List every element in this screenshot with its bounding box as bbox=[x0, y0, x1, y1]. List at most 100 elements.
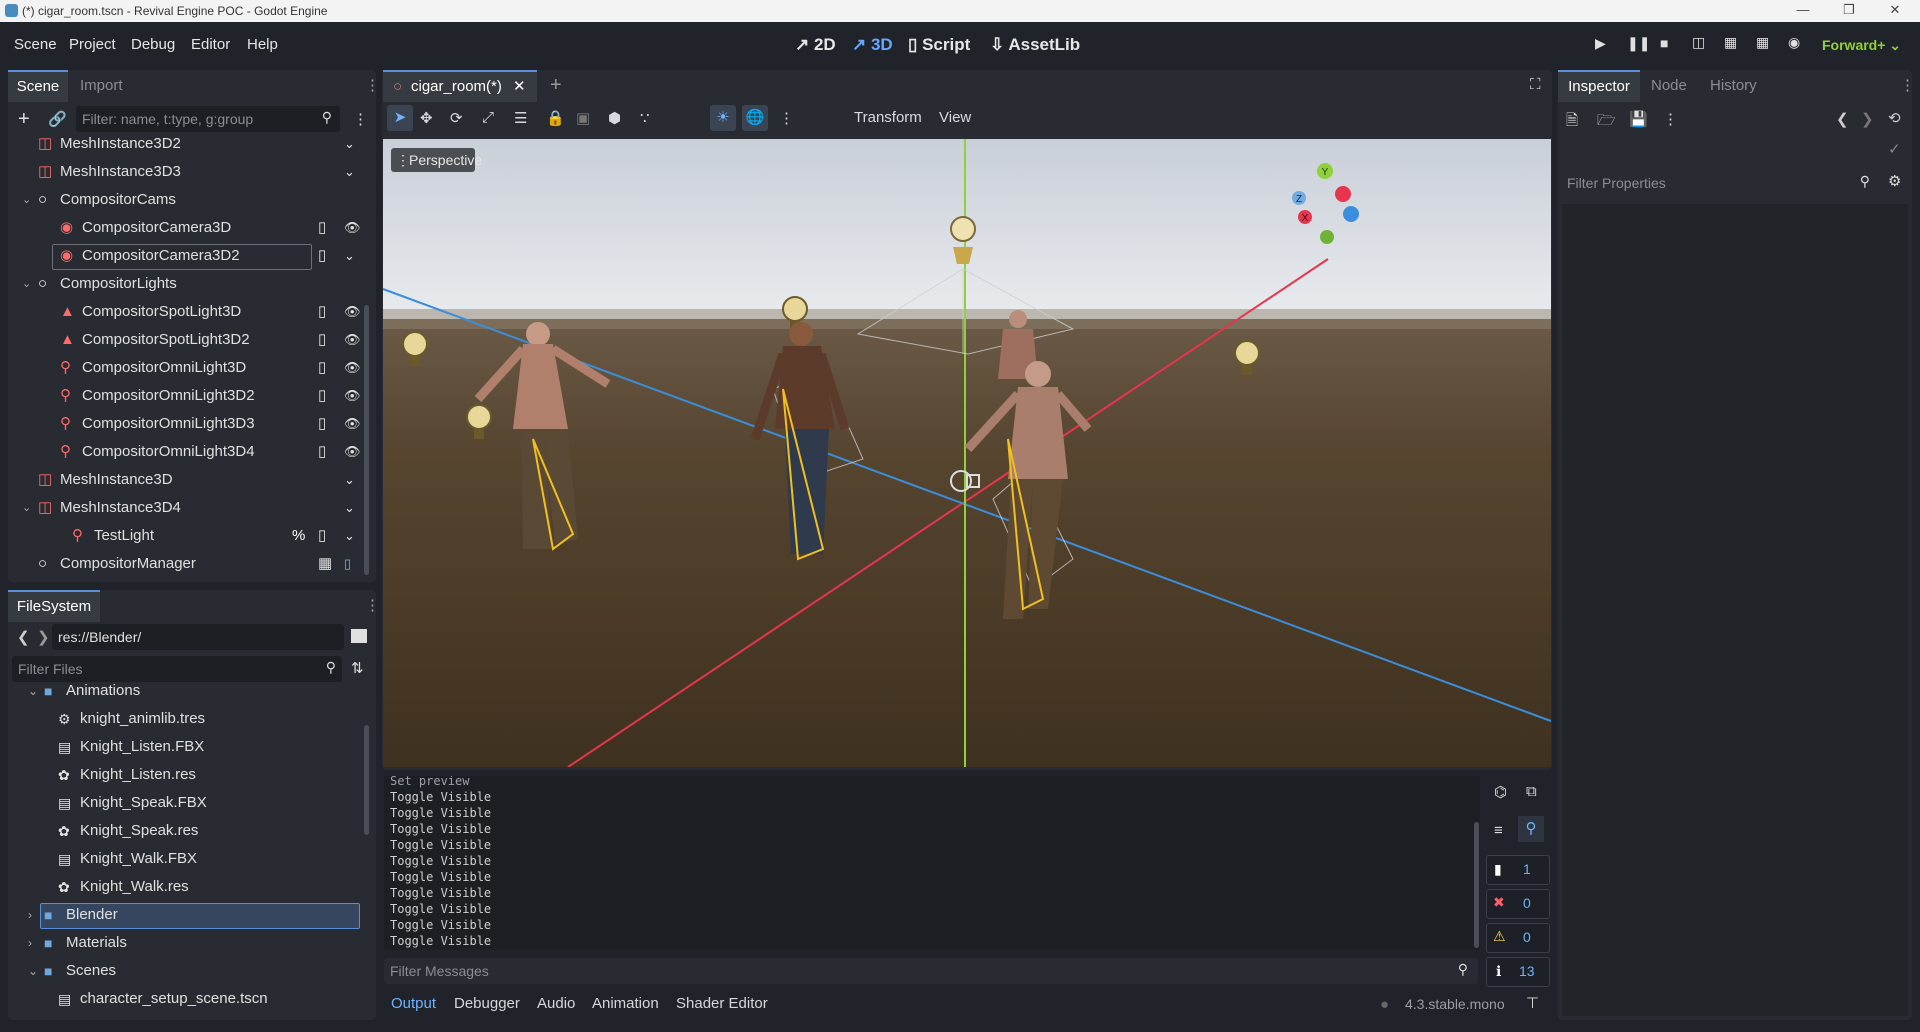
minimize-button[interactable]: — bbox=[1780, 0, 1826, 22]
script-icon[interactable]: ▯ bbox=[318, 326, 326, 354]
expand-arrow-icon[interactable]: › bbox=[28, 901, 32, 929]
scene-node-row[interactable]: ◫ MeshInstance3D3 ⌄ bbox=[12, 158, 360, 186]
mode-assetlib-button[interactable]: ⇩ AssetLib bbox=[990, 35, 1080, 55]
visibility-eye-icon[interactable]: 👁 bbox=[344, 214, 361, 242]
scene-node-row[interactable]: ⌄ ◫ MeshInstance3D4 ⌄ bbox=[12, 494, 360, 522]
history-back-icon[interactable]: ❮ bbox=[1836, 110, 1849, 128]
lock-icon[interactable]: 🔒 bbox=[546, 109, 565, 127]
bottom-tab-output[interactable]: Output bbox=[391, 995, 436, 1012]
environment-preview-icon[interactable]: 🌐 bbox=[742, 105, 768, 131]
scene-instance-icon[interactable]: ▦ bbox=[318, 550, 332, 578]
maximize-button[interactable]: ❐ bbox=[1826, 0, 1872, 22]
expand-bottom-panel-icon[interactable]: ⊤ bbox=[1526, 994, 1539, 1012]
output-scrollbar[interactable] bbox=[1474, 822, 1479, 948]
scene-node-row[interactable]: ⚲ TestLight% ▯ ⌄ bbox=[12, 522, 360, 550]
inspector-menu-icon[interactable]: ⋮ bbox=[1900, 76, 1915, 94]
add-node-icon[interactable]: + bbox=[18, 108, 30, 131]
bottom-tab-debugger[interactable]: Debugger bbox=[454, 995, 520, 1012]
tab-import[interactable]: Import bbox=[80, 77, 123, 94]
forward-icon[interactable]: ❯ bbox=[37, 628, 50, 646]
fs-file-row[interactable]: ▤ Knight_Walk.FBX bbox=[12, 845, 360, 873]
pin-icon[interactable]: ✓ bbox=[1888, 140, 1901, 158]
script-icon[interactable]: ▯ bbox=[318, 522, 326, 550]
group-icon[interactable]: ▣ bbox=[576, 109, 590, 127]
mode-2d-button[interactable]: ↗ 2D bbox=[795, 35, 836, 55]
tab-node[interactable]: Node bbox=[1651, 77, 1687, 94]
visibility-eye-icon[interactable]: 👁 bbox=[344, 298, 361, 326]
fs-menu-icon[interactable]: ⋮ bbox=[365, 596, 380, 614]
back-icon[interactable]: ❮ bbox=[17, 628, 30, 646]
split-view-icon[interactable] bbox=[351, 629, 367, 643]
scene-node-row[interactable]: ⚲ CompositorOmniLight3D3 ▯ 👁 bbox=[12, 410, 361, 438]
scene-node-row[interactable]: ◉ CompositorCamera3D ▯ 👁 bbox=[12, 214, 361, 242]
local-space-icon[interactable]: ⬢ bbox=[608, 109, 621, 127]
fs-file-row[interactable]: ✿ Knight_Walk.res bbox=[12, 873, 360, 901]
scene-node-row[interactable]: ◫ MeshInstance3D ⌄ bbox=[12, 466, 360, 494]
scene-node-row[interactable]: ▲ CompositorSpotLight3D2 ▯ 👁 bbox=[12, 326, 361, 354]
z-axis-positive-handle[interactable] bbox=[1343, 206, 1359, 222]
link-icon[interactable]: 🔗 bbox=[48, 110, 67, 128]
new-tab-icon[interactable]: + bbox=[550, 74, 562, 97]
fs-folder-row[interactable]: ⌄ ■ Animations bbox=[12, 677, 360, 705]
fs-file-row[interactable]: ✿ Knight_Speak.res bbox=[12, 817, 360, 845]
warnings-filter-toggle[interactable]: ⚠ 0 bbox=[1486, 923, 1550, 953]
scene-filter-input[interactable]: Filter: name, t:type, g:group ⚲ bbox=[76, 106, 340, 132]
collapse-icon[interactable]: ≡ bbox=[1494, 822, 1503, 839]
fs-file-row[interactable]: ✿ Knight_Listen.res bbox=[12, 761, 360, 789]
close-tab-icon[interactable]: ✕ bbox=[513, 77, 526, 95]
visibility-hidden-icon[interactable]: ⌄ bbox=[344, 158, 355, 186]
bottom-tab-audio[interactable]: Audio bbox=[537, 995, 575, 1012]
fs-file-row[interactable]: ▤ Knight_Speak.FBX bbox=[12, 789, 360, 817]
scale-tool-icon[interactable]: ⤢ bbox=[482, 109, 494, 126]
history-forward-icon[interactable]: ❯ bbox=[1861, 110, 1874, 128]
script-icon[interactable]: ▯ bbox=[318, 214, 326, 242]
scene-node-row[interactable]: ◫ MeshInstance3D2 ⌄ bbox=[12, 130, 360, 158]
fs-file-row[interactable]: ▤ character_setup_scene.tscn bbox=[12, 985, 360, 1013]
fs-path-input[interactable]: res://Blender/ bbox=[52, 624, 344, 650]
scene-node-row[interactable]: ⚲ CompositorOmniLight3D2 ▯ 👁 bbox=[12, 382, 361, 410]
clear-output-icon[interactable]: ⌬ bbox=[1494, 783, 1507, 801]
visibility-eye-icon[interactable]: 👁 bbox=[344, 354, 361, 382]
menu-editor[interactable]: Editor bbox=[191, 36, 230, 53]
script-icon[interactable]: ▯ bbox=[318, 354, 326, 382]
resource-options-icon[interactable]: ⋮ bbox=[1663, 110, 1678, 128]
script-icon[interactable]: ▯ bbox=[318, 298, 326, 326]
search-toggle-icon[interactable]: ⚲ bbox=[1518, 816, 1544, 842]
script-icon[interactable]: ▯ bbox=[318, 438, 326, 466]
expand-arrow-icon[interactable]: ⌄ bbox=[22, 186, 31, 214]
3d-viewport[interactable]: Y Z X ⋮ Perspective bbox=[383, 139, 1551, 767]
scene-node-row[interactable]: ○ CompositorManager ▦ ▯ bbox=[12, 550, 360, 578]
tab-history[interactable]: History bbox=[1710, 77, 1757, 94]
x-axis-positive-handle[interactable] bbox=[1335, 186, 1351, 202]
play-icon[interactable]: ▶ bbox=[1595, 35, 1606, 52]
script-attached-icon[interactable]: ▯ bbox=[344, 550, 351, 578]
bottom-tab-animation[interactable]: Animation bbox=[592, 995, 659, 1012]
visibility-eye-icon[interactable]: 👁 bbox=[344, 410, 361, 438]
script-icon[interactable]: ▯ bbox=[318, 410, 326, 438]
visibility-eye-icon[interactable]: 👁 bbox=[344, 382, 361, 410]
fs-folder-row[interactable]: › ■ Materials bbox=[12, 929, 360, 957]
tab-cigar-room[interactable]: ○ cigar_room(*) ✕ bbox=[383, 70, 537, 102]
fs-file-row[interactable]: ⚙ knight_animlib.tres bbox=[12, 705, 360, 733]
expand-arrow-icon[interactable]: ⌄ bbox=[28, 957, 38, 985]
scene-node-row[interactable]: ▲ CompositorSpotLight3D ▯ 👁 bbox=[12, 298, 361, 326]
snap-icon[interactable]: ∵ bbox=[640, 109, 650, 127]
fs-scrollbar[interactable] bbox=[364, 725, 369, 835]
close-window-button[interactable]: ✕ bbox=[1872, 0, 1918, 22]
renderer-select[interactable]: Forward+ ⌄ bbox=[1822, 37, 1901, 54]
fs-folder-row[interactable]: › ■ Blender bbox=[12, 901, 360, 929]
select-tool-icon[interactable]: ➤ bbox=[387, 105, 413, 131]
perspective-menu-button[interactable]: ⋮ Perspective bbox=[391, 148, 482, 172]
mode-3d-button[interactable]: ↗ 3D bbox=[852, 35, 893, 55]
scene-node-row[interactable]: ⌄○CompositorLights⌄ bbox=[12, 270, 360, 298]
sun-preview-icon[interactable]: ☀ bbox=[710, 105, 736, 131]
move-tool-icon[interactable]: ✥ bbox=[420, 109, 433, 127]
menu-project[interactable]: Project bbox=[69, 36, 116, 53]
visibility-hidden-icon[interactable]: ⌄ bbox=[344, 466, 355, 494]
script-icon[interactable]: ▯ bbox=[318, 382, 326, 410]
visibility-eye-icon[interactable]: 👁 bbox=[344, 326, 361, 354]
stop-icon[interactable]: ■ bbox=[1660, 35, 1668, 51]
visibility-hidden-icon[interactable]: ⌄ bbox=[344, 522, 355, 550]
script-icon[interactable]: ▯ bbox=[318, 242, 326, 270]
expand-arrow-icon[interactable]: ⌄ bbox=[22, 494, 31, 522]
